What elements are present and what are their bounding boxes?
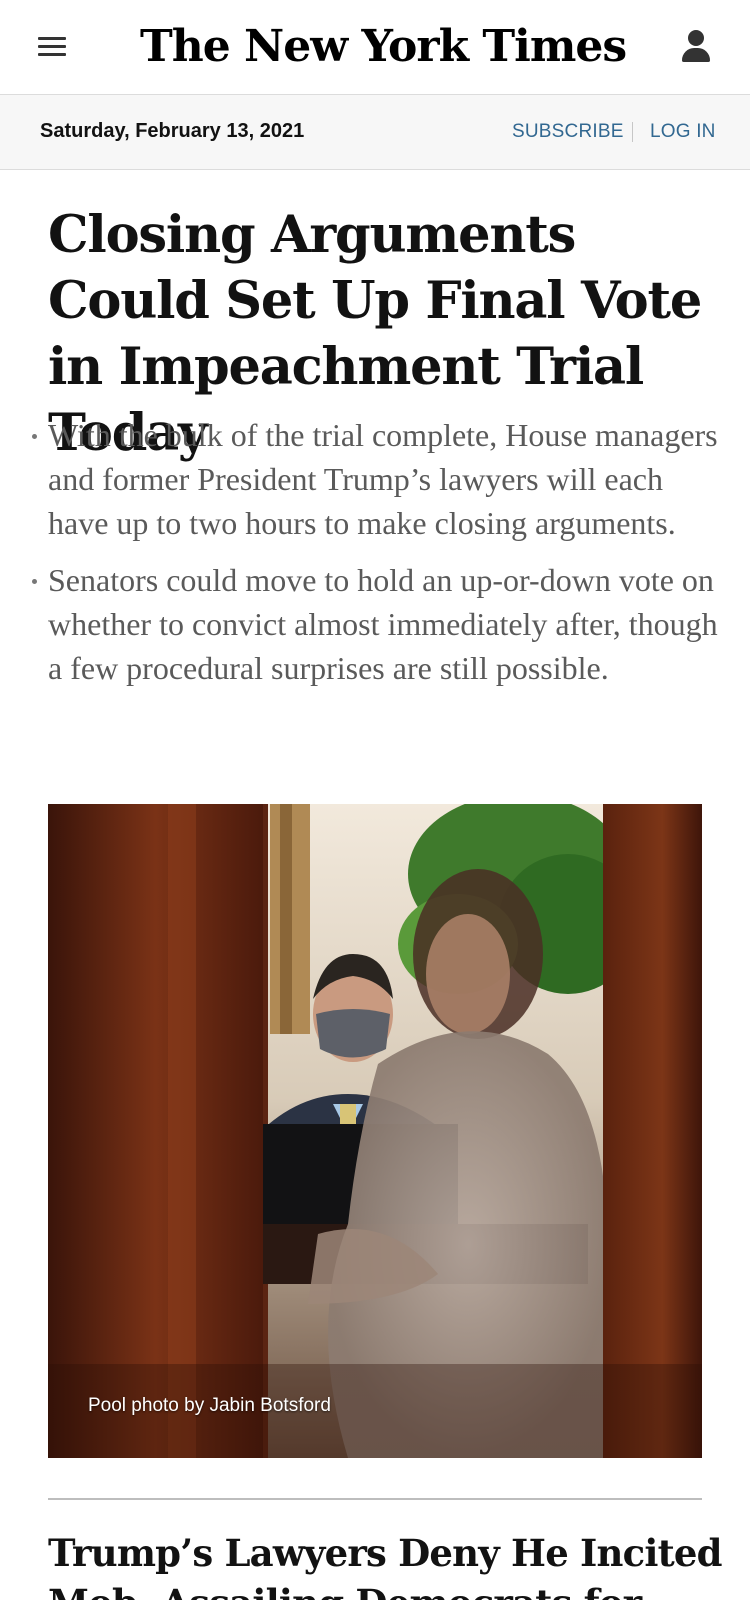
story-divider (48, 1498, 702, 1500)
account-icon-body (682, 48, 710, 62)
account-icon-head (688, 30, 704, 46)
menu-line (38, 53, 66, 56)
menu-line (38, 45, 66, 48)
lead-story-summary: With the bulk of the trial complete, Hou… (32, 413, 718, 703)
link-divider (632, 122, 633, 142)
summary-bullet: Senators could move to hold an up-or-dow… (32, 558, 718, 690)
login-link[interactable]: LOG IN (650, 120, 716, 144)
user-account-icon[interactable] (674, 26, 718, 70)
subscribe-link[interactable]: SUBSCRIBE (512, 120, 624, 144)
masthead-bar: The New York Times (0, 0, 750, 95)
current-date: Saturday, February 13, 2021 (40, 120, 305, 142)
menu-line (38, 37, 66, 40)
lead-story-photo[interactable]: Pool photo by Jabin Botsford (48, 804, 702, 1458)
summary-bullet: With the bulk of the trial complete, Hou… (32, 413, 718, 545)
date-bar: Saturday, February 13, 2021 SUBSCRIBE LO… (0, 95, 750, 170)
next-story-headline[interactable]: Trump’s Lawyers Deny He Incited Mob, Ass… (48, 1528, 728, 1600)
photo-illustration (48, 804, 702, 1458)
photo-caption: Pool photo by Jabin Botsford (88, 1395, 331, 1416)
hamburger-menu-icon[interactable] (34, 33, 74, 63)
nyt-logo[interactable]: The New York Times (140, 14, 627, 80)
